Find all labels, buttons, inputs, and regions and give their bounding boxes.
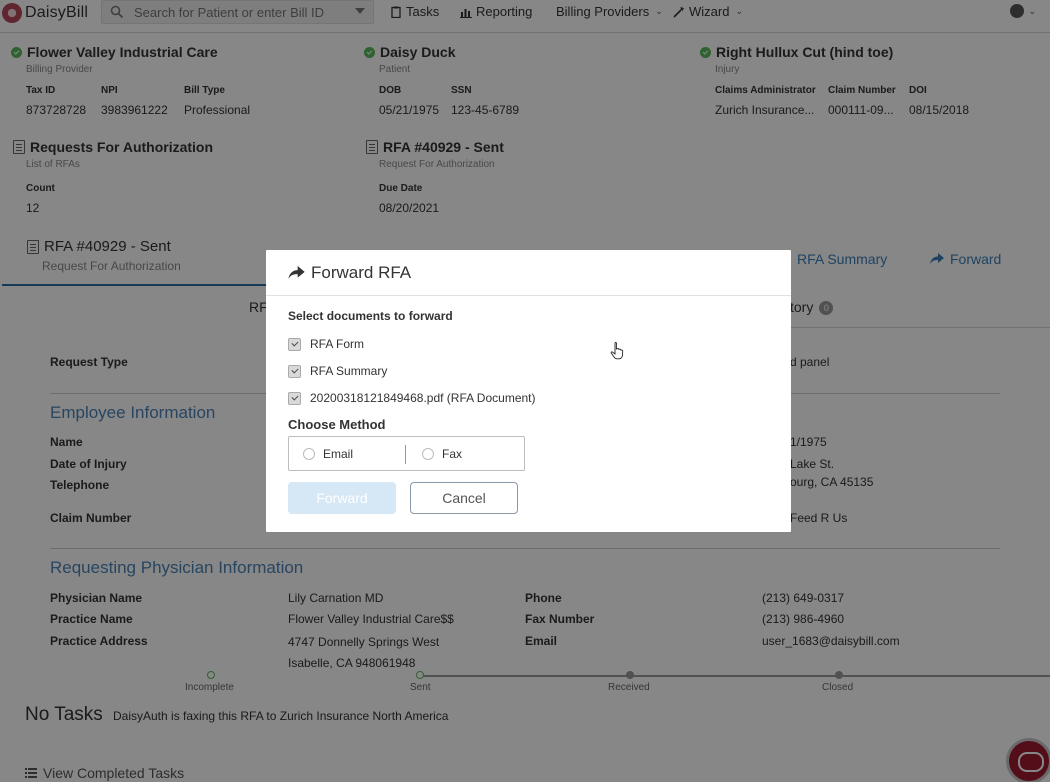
modal-divider — [266, 295, 791, 296]
choose-method-label: Choose Method — [288, 417, 386, 432]
document-option-rfa-pdf[interactable]: 20200318121849468.pdf (RFA Document) — [288, 391, 536, 405]
hand-cursor-icon — [610, 342, 624, 360]
document-option-rfa-form[interactable]: RFA Form — [288, 337, 364, 351]
method-fax-option[interactable]: Fax — [422, 447, 462, 461]
method-separator — [405, 445, 406, 464]
share-arrow-icon — [288, 266, 305, 279]
document-checkbox[interactable] — [288, 364, 301, 378]
email-radio[interactable] — [303, 448, 315, 460]
method-selector: Email Fax — [288, 436, 525, 471]
method-email-option[interactable]: Email — [303, 447, 353, 461]
document-checkbox[interactable] — [288, 337, 301, 351]
forward-rfa-modal: Forward RFA Select documents to forward … — [266, 250, 791, 532]
forward-button[interactable]: Forward — [288, 482, 396, 514]
document-checkbox[interactable] — [288, 391, 301, 405]
fax-radio[interactable] — [422, 448, 434, 460]
modal-title: Forward RFA — [311, 263, 412, 282]
select-documents-label: Select documents to forward — [288, 309, 453, 323]
cancel-button[interactable]: Cancel — [410, 482, 518, 514]
document-option-rfa-summary[interactable]: RFA Summary — [288, 364, 387, 378]
